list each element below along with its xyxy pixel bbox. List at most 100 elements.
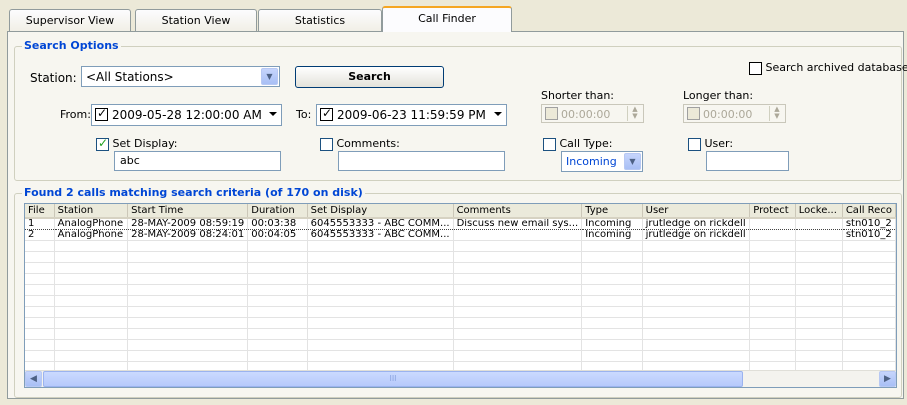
table-cell — [307, 306, 454, 318]
table-cell — [25, 306, 55, 318]
spin-arrows-icon[interactable]: ▲ ▼ — [627, 106, 642, 121]
table-row[interactable] — [25, 240, 896, 252]
station-select[interactable]: <All Stations> ▼ — [81, 66, 280, 87]
user-label: User: — [704, 137, 734, 150]
table-cell — [453, 350, 583, 362]
table-row[interactable] — [25, 295, 896, 307]
table-row[interactable] — [25, 273, 896, 285]
table-row[interactable] — [25, 350, 896, 362]
user-field[interactable] — [706, 151, 789, 171]
table-cell — [127, 317, 249, 329]
table-cell — [749, 295, 796, 307]
column-header[interactable]: Set Display — [307, 204, 454, 219]
to-enable-checkbox[interactable] — [320, 106, 333, 121]
column-header[interactable]: Start Time — [127, 204, 249, 219]
column-header[interactable]: Protect — [749, 204, 796, 219]
comments-option[interactable]: Comments: — [320, 137, 400, 151]
scroll-right-icon[interactable]: ▶ — [879, 371, 896, 387]
shorter-enable-checkbox[interactable] — [545, 107, 558, 120]
table-row[interactable] — [25, 262, 896, 274]
table-cell — [127, 273, 249, 285]
tab-station-view[interactable]: Station View — [135, 9, 257, 31]
tab-call-finder[interactable]: Call Finder — [382, 6, 512, 32]
comments-field[interactable] — [338, 151, 505, 171]
table-cell — [795, 295, 843, 307]
column-header[interactable]: Type — [581, 204, 643, 219]
column-header[interactable]: File — [25, 204, 55, 219]
column-header[interactable]: Comments — [453, 204, 583, 219]
table-cell — [749, 350, 796, 362]
table-cell — [247, 328, 308, 340]
table-cell — [642, 273, 751, 285]
table-cell — [54, 240, 129, 252]
results-table: File Station Start Time Duration Set Display… — [25, 204, 896, 384]
chevron-down-icon: ▼ — [624, 153, 641, 170]
table-cell — [54, 295, 129, 307]
tab-statistics[interactable]: Statistics — [258, 9, 382, 31]
table-cell — [581, 350, 643, 362]
table-row[interactable] — [25, 306, 896, 318]
call-type-select[interactable]: Incoming ▼ — [561, 151, 643, 172]
comments-checkbox[interactable] — [320, 137, 333, 151]
table-cell — [453, 262, 583, 274]
table-row[interactable] — [25, 339, 896, 351]
column-header[interactable]: Locke... — [795, 204, 843, 219]
column-header[interactable]: Call Reco — [842, 204, 896, 219]
longer-enable-checkbox[interactable] — [687, 107, 700, 120]
column-header[interactable]: Duration — [247, 204, 308, 219]
archived-checkbox[interactable] — [749, 61, 762, 75]
user-option[interactable]: User: — [688, 137, 733, 151]
scroll-left-icon[interactable]: ◀ — [25, 371, 42, 387]
table-cell — [127, 328, 249, 340]
table-cell — [581, 339, 643, 351]
table-row[interactable] — [25, 284, 896, 296]
longer-value: 00:00:00 — [703, 108, 753, 121]
horizontal-scrollbar[interactable]: ◀ III ▶ — [25, 370, 896, 387]
table-cell — [795, 339, 843, 351]
table-cell — [749, 229, 796, 241]
results-grid[interactable]: File Station Start Time Duration Set Display… — [24, 203, 897, 388]
table-row[interactable] — [25, 328, 896, 340]
table-cell — [749, 328, 796, 340]
table-cell — [25, 273, 55, 285]
table-row[interactable]: 1 AnalogPhone 28-MAY-2009 08:59:19 00:03:38… — [25, 218, 896, 230]
user-checkbox[interactable] — [688, 137, 701, 151]
table-cell — [25, 328, 55, 340]
table-cell — [247, 240, 308, 252]
spin-arrows-icon[interactable]: ▲ ▼ — [769, 106, 784, 121]
table-row[interactable] — [25, 251, 896, 263]
table-row[interactable] — [25, 317, 896, 329]
call-type-option[interactable]: Call Type: — [543, 137, 613, 151]
longer-than-spinner[interactable]: 00:00:00 ▲ ▼ — [683, 104, 786, 123]
archived-option[interactable]: Search archived database. — [749, 61, 907, 75]
table-cell — [581, 251, 643, 263]
column-header[interactable]: User — [642, 204, 751, 219]
table-cell — [581, 317, 643, 329]
column-header[interactable]: Station — [54, 204, 129, 219]
chevron-down-icon: ▼ — [261, 68, 278, 85]
table-cell — [795, 262, 843, 274]
from-datetime-picker[interactable]: 2009-05-28 12:00:00 AM — [91, 104, 282, 126]
table-row[interactable]: 2 AnalogPhone 28-MAY-2009 08:24:01 00:04:05… — [25, 229, 896, 241]
results-title: Found 2 calls matching search criteria (… — [22, 186, 365, 199]
tab-supervisor-view[interactable]: Supervisor View — [9, 9, 131, 31]
call-type-checkbox[interactable] — [543, 137, 556, 151]
to-datetime-picker[interactable]: 2009-06-23 11:59:59 PM — [316, 104, 507, 126]
shorter-than-spinner[interactable]: 00:00:00 ▲ ▼ — [541, 104, 644, 123]
set-display-checkbox[interactable] — [96, 136, 109, 151]
search-button[interactable]: Search — [295, 66, 444, 88]
set-display-option[interactable]: Set Display: — [96, 136, 178, 151]
table-cell — [453, 240, 583, 252]
table-cell — [54, 306, 129, 318]
table-cell — [307, 284, 454, 296]
table-cell — [642, 317, 751, 329]
archived-label: Search archived database. — [765, 61, 907, 74]
table-cell — [25, 350, 55, 362]
table-cell — [842, 350, 896, 362]
set-display-field[interactable]: abc — [114, 151, 281, 171]
from-enable-checkbox[interactable] — [95, 106, 108, 121]
scroll-thumb[interactable]: III — [43, 371, 743, 387]
table-cell — [54, 262, 129, 274]
table-cell — [642, 295, 751, 307]
station-select-value: <All Stations> — [86, 70, 174, 84]
